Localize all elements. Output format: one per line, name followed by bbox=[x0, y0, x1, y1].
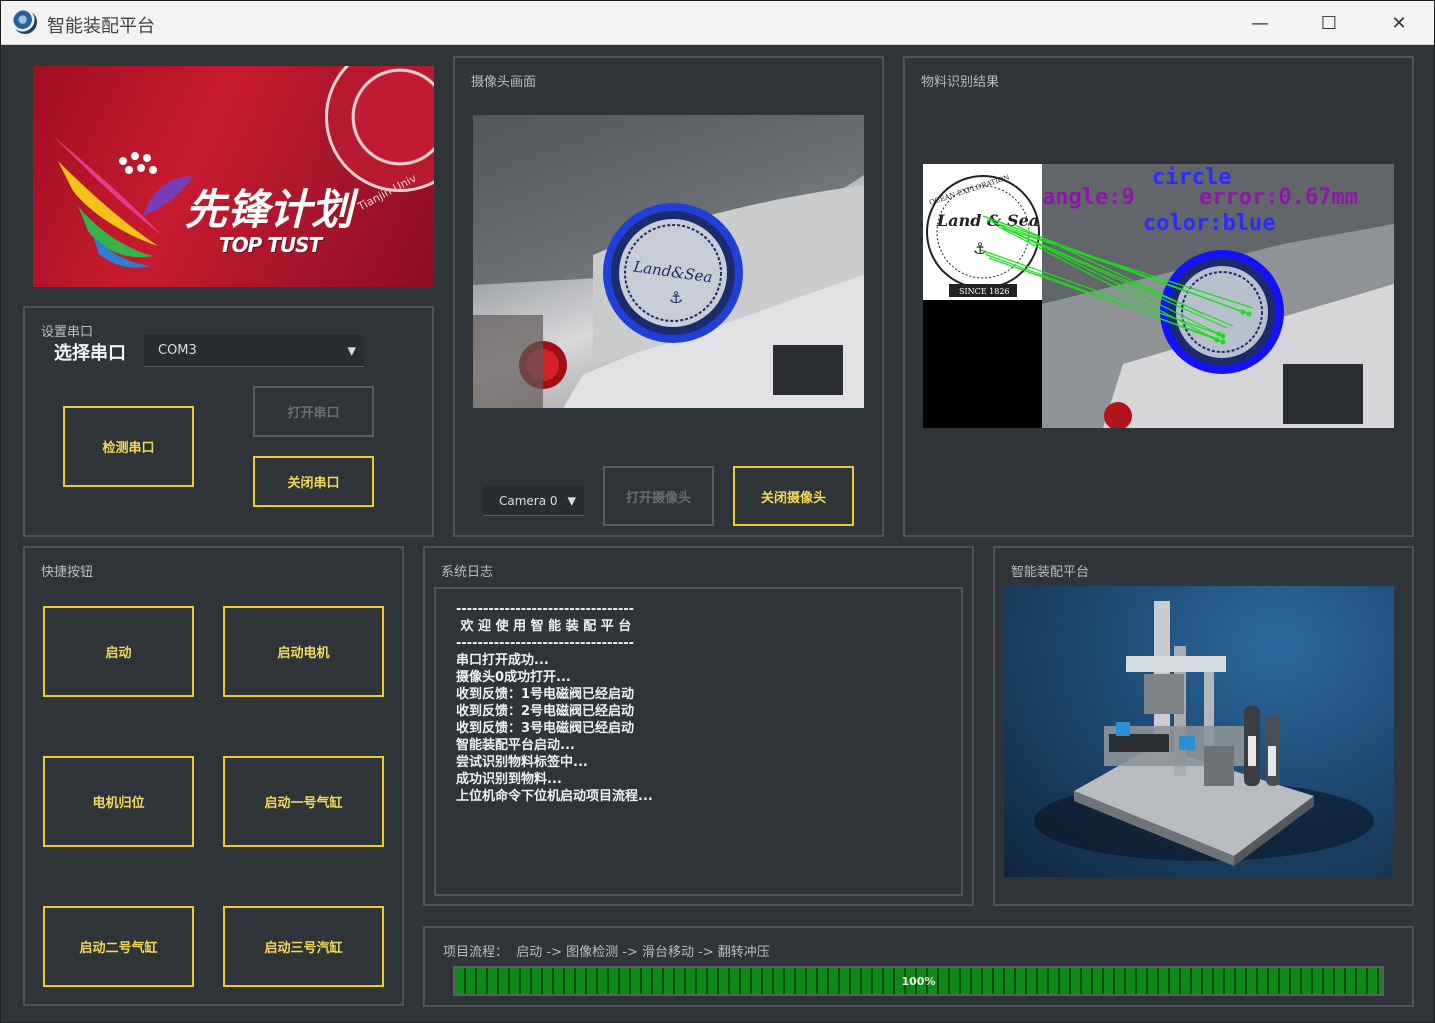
maximize-button[interactable]: ☐ bbox=[1304, 7, 1354, 39]
progress-label: 项目流程： 启动 -> 图像检测 -> 滑台移动 -> 翻转冲压 bbox=[443, 945, 770, 960]
chevron-down-icon: ▼ bbox=[567, 494, 576, 507]
camera-group-label: 摄像头画面 bbox=[471, 75, 537, 90]
logo-banner: Tianjin Univ 先锋计划 TOP TUST bbox=[33, 66, 434, 287]
start-cylinder-2-button[interactable]: 启动二号气缸 bbox=[43, 906, 194, 987]
log-textarea[interactable]: --------------------------------- 欢 迎 使 … bbox=[434, 587, 963, 896]
log-line: --------------------------------- bbox=[456, 636, 635, 651]
log-line: 上位机命令下位机启动项目流程... bbox=[456, 789, 653, 804]
window-title: 智能装配平台 bbox=[47, 16, 155, 37]
log-line: --------------------------------- bbox=[456, 602, 635, 617]
banner-slogan: TOP TUST bbox=[219, 233, 322, 257]
camera-view: Land&Sea ⚓ bbox=[473, 115, 864, 408]
close-serial-button[interactable]: 关闭串口 bbox=[253, 456, 374, 507]
recognition-group-label: 物料识别结果 bbox=[921, 75, 1000, 90]
log-line: 收到反馈：1号电磁阀已经启动 bbox=[456, 687, 635, 702]
recognition-result-image: OCEAN EXPLORATION Land & Sea ⚓ SINCE 182… bbox=[923, 164, 1394, 428]
serial-select-label: 选择串口 bbox=[54, 343, 126, 364]
app-icon bbox=[13, 10, 37, 34]
log-line: 收到反馈：3号电磁阀已经启动 bbox=[456, 721, 635, 736]
progress-bar: 100% bbox=[453, 966, 1384, 996]
platform-render-image bbox=[1004, 586, 1394, 877]
log-line: 收到反馈：2号电磁阀已经启动 bbox=[456, 704, 635, 719]
overlay-angle-text: angle:9 bbox=[1042, 185, 1135, 210]
close-camera-button[interactable]: 关闭摄像头 bbox=[733, 466, 854, 526]
open-camera-button[interactable]: 打开摄像头 bbox=[603, 466, 714, 526]
start-cylinder-3-button[interactable]: 启动三号汽缸 bbox=[223, 906, 384, 987]
serial-port-select[interactable]: COM3 ▼ bbox=[144, 335, 364, 367]
serial-port-value: COM3 bbox=[158, 343, 197, 358]
progress-text: 100% bbox=[901, 975, 936, 988]
title-bar: 智能装配平台 — ☐ ✕ bbox=[1, 1, 1434, 45]
svg-text:⚓: ⚓ bbox=[973, 239, 987, 258]
platform-group-label: 智能装配平台 bbox=[1011, 565, 1090, 580]
start-button[interactable]: 启动 bbox=[43, 606, 194, 697]
start-motor-button[interactable]: 启动电机 bbox=[223, 606, 384, 697]
shortcut-group-label: 快捷按钮 bbox=[41, 565, 94, 580]
serial-group-label: 设置串口 bbox=[41, 325, 94, 340]
motor-home-button[interactable]: 电机归位 bbox=[43, 756, 194, 847]
camera-select-value: Camera 0 bbox=[499, 493, 558, 508]
overlay-error-text: error:0.67mm bbox=[1199, 185, 1358, 210]
assembly-machine-image bbox=[1034, 601, 1374, 866]
svg-text:⚓: ⚓ bbox=[669, 288, 683, 307]
log-line: 成功识别到物料... bbox=[456, 772, 562, 787]
overlay-color-text: color:blue bbox=[1143, 211, 1275, 236]
chevron-down-icon: ▼ bbox=[347, 344, 356, 357]
close-button[interactable]: ✕ bbox=[1374, 7, 1424, 39]
log-line: 串口打开成功... bbox=[456, 653, 549, 668]
main-window: 智能装配平台 — ☐ ✕ Tianjin Univ 先锋计划 TOP TUST … bbox=[0, 0, 1435, 1023]
camera-select[interactable]: Camera 0 ▼ bbox=[483, 486, 584, 516]
template-text-bottom: SINCE 1826 bbox=[959, 287, 1010, 296]
minimize-button[interactable]: — bbox=[1235, 7, 1285, 39]
log-group-label: 系统日志 bbox=[441, 565, 494, 580]
start-cylinder-1-button[interactable]: 启动一号气缸 bbox=[223, 756, 384, 847]
log-line: 摄像头0成功打开... bbox=[456, 670, 571, 685]
feature-match-image: OCEAN EXPLORATION Land & Sea ⚓ SINCE 182… bbox=[923, 164, 1394, 428]
camera-frame-image: Land&Sea ⚓ bbox=[473, 115, 864, 408]
banner-title: 先锋计划 bbox=[185, 185, 359, 234]
log-line: 尝试识别物料标签中... bbox=[456, 755, 588, 770]
detect-serial-button[interactable]: 检测串口 bbox=[63, 406, 194, 487]
open-serial-button[interactable]: 打开串口 bbox=[253, 386, 374, 437]
log-line: 欢 迎 使 用 智 能 装 配 平 台 bbox=[456, 619, 632, 634]
log-line: 智能装配平台启动... bbox=[456, 738, 575, 753]
